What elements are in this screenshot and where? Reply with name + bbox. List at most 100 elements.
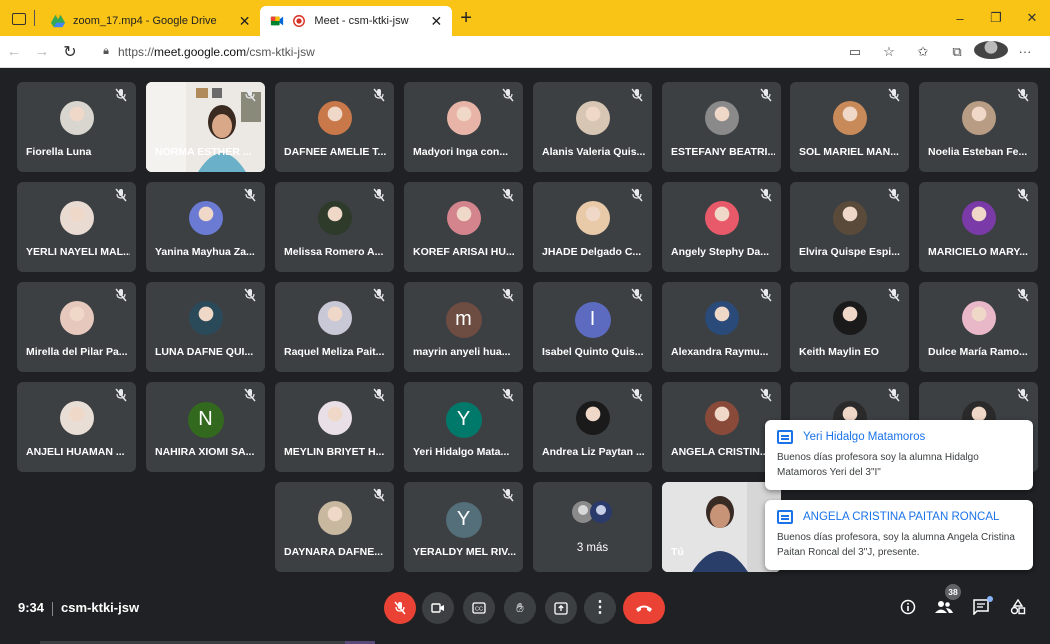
participant-tile[interactable]: Dulce María Ramo... <box>919 282 1038 372</box>
more-vert-icon: ⋮ <box>592 599 608 616</box>
meeting-control-bar: 9:34 csm-ktki-jsw CC ✋︎ ⋮ 38 <box>0 576 1050 644</box>
participant-name: NORMA ESTHER ... <box>155 146 252 158</box>
chat-notification[interactable]: Yeri Hidalgo Matamoros Buenos días profes… <box>765 420 1033 490</box>
participant-tile[interactable]: m mayrin anyeli hua... <box>404 282 523 372</box>
add-favorite-icon[interactable]: ☆ <box>872 44 906 60</box>
mic-muted-icon <box>887 188 901 202</box>
participant-tile[interactable]: N NAHIRA XIOMI SA... <box>146 382 265 472</box>
avatar <box>59 401 94 435</box>
chat-notification[interactable]: ANGELA CRISTINA PAITAN RONCAL Buenos días… <box>765 500 1033 570</box>
camera-button[interactable] <box>422 592 454 624</box>
participant-name: ANJELI HUAMAN ... <box>26 446 125 458</box>
participant-tile[interactable]: NORMA ESTHER ... <box>146 82 265 172</box>
participant-tile[interactable]: Fiorella Luna <box>17 82 136 172</box>
mic-muted-icon <box>887 388 901 402</box>
address-bar: ← → ↻ 🔒︎ https://meet.google.com/csm-ktk… <box>0 36 1050 68</box>
tab-title: Meet - csm-ktki-jsw <box>314 15 409 27</box>
participant-tile[interactable]: SOL MARIEL MAN... <box>790 82 909 172</box>
close-tab-icon[interactable]: ✕ <box>431 13 443 30</box>
avatar-initial: Y <box>445 401 482 438</box>
participant-name: JHADE Delgado C... <box>542 246 642 258</box>
reload-icon[interactable]: ↻ <box>56 42 84 62</box>
favorites-icon[interactable]: ✩ <box>906 44 940 60</box>
meeting-details-button[interactable] <box>897 596 919 618</box>
participant-tile[interactable]: YERLI NAYELI MAL... <box>17 182 136 272</box>
back-icon[interactable]: ← <box>0 43 28 60</box>
participant-tile[interactable]: Y YERALDY MEL RIV... <box>404 482 523 572</box>
participant-tile[interactable]: Keith Maylin EO <box>790 282 909 372</box>
participant-tile[interactable]: Elvira Quispe Espi... <box>790 182 909 272</box>
lock-icon[interactable]: 🔒︎ <box>96 45 116 58</box>
participant-tile[interactable]: Alanis Valeria Quis... <box>533 82 652 172</box>
avatar <box>832 101 867 135</box>
participant-tile[interactable]: Angely Stephy Da... <box>662 182 781 272</box>
url-field[interactable]: https://meet.google.com/csm-ktki-jsw <box>118 45 315 59</box>
participant-name: Angely Stephy Da... <box>671 246 770 258</box>
participant-tile[interactable]: MEYLIN BRIYET H... <box>275 382 394 472</box>
more-participants-tile[interactable]: 3 más <box>533 482 652 572</box>
mic-off-button[interactable] <box>384 592 416 624</box>
mic-muted-icon <box>372 488 386 502</box>
participant-tile[interactable]: Melissa Romero A... <box>275 182 394 272</box>
participant-name: MEYLIN BRIYET H... <box>284 446 385 458</box>
participant-tile[interactable]: Yanina Mayhua Za... <box>146 182 265 272</box>
mic-muted-icon <box>1016 88 1030 102</box>
participant-tile[interactable]: I Isabel Quinto Quis... <box>533 282 652 372</box>
avatar <box>832 301 867 335</box>
participant-tile[interactable]: JHADE Delgado C... <box>533 182 652 272</box>
activities-button[interactable] <box>1007 596 1029 618</box>
browser-tab-bar: zoom_17.mp4 - Google Drive ✕ Meet - csm-… <box>0 0 1050 36</box>
tab-actions-icon[interactable] <box>12 13 26 25</box>
profile-icon[interactable] <box>974 41 1008 62</box>
participant-tile[interactable]: ANGELA CRISTIN... <box>662 382 781 472</box>
camera-in-use-icon[interactable]: ▭ <box>838 44 872 60</box>
google-meet-icon <box>271 16 284 26</box>
participant-name: YERLI NAYELI MAL... <box>26 246 130 258</box>
participant-tile[interactable]: KOREF ARISAI HU... <box>404 182 523 272</box>
participant-tile[interactable]: Alexandra Raymu... <box>662 282 781 372</box>
participant-tile[interactable]: DAYNARA DAFNE... <box>275 482 394 572</box>
tab-google-meet[interactable]: Meet - csm-ktki-jsw ✕ <box>260 6 453 36</box>
participant-tile[interactable]: ANJELI HUAMAN ... <box>17 382 136 472</box>
participant-tile[interactable]: Raquel Meliza Pait... <box>275 282 394 372</box>
more-options-icon[interactable]: ··· <box>1008 44 1042 59</box>
present-icon <box>554 601 568 615</box>
captions-icon: CC <box>472 602 486 614</box>
participant-tile[interactable]: LUNA DAFNE QUI... <box>146 282 265 372</box>
new-tab-icon[interactable]: + <box>460 7 472 30</box>
raise-hand-button[interactable]: ✋︎ <box>504 592 536 624</box>
participant-name: Isabel Quinto Quis... <box>542 346 644 358</box>
mic-muted-icon <box>243 88 257 102</box>
captions-button[interactable]: CC <box>463 592 495 624</box>
collections-icon[interactable]: ⧉ <box>940 44 974 60</box>
maximize-icon[interactable]: ❐ <box>978 10 1014 26</box>
avatar <box>59 301 94 335</box>
people-icon <box>935 601 953 613</box>
forward-icon[interactable]: → <box>28 43 56 60</box>
present-screen-button[interactable] <box>545 592 577 624</box>
close-window-icon[interactable]: ✕ <box>1014 10 1050 26</box>
participant-tile[interactable]: Y Yeri Hidalgo Mata... <box>404 382 523 472</box>
participant-tile[interactable]: Noelia Esteban Fe... <box>919 82 1038 172</box>
participant-tile[interactable]: DAFNEE AMELIE T... <box>275 82 394 172</box>
avatar <box>704 301 739 335</box>
mic-muted-icon <box>243 288 257 302</box>
mic-muted-icon <box>630 188 644 202</box>
self-view-tile[interactable]: Tú <box>662 482 781 572</box>
avatar <box>575 201 610 235</box>
more-options-button[interactable]: ⋮ <box>584 592 616 624</box>
tab-google-drive[interactable]: zoom_17.mp4 - Google Drive ✕ <box>41 6 260 36</box>
close-tab-icon[interactable]: ✕ <box>239 13 251 30</box>
mic-muted-icon <box>372 188 386 202</box>
participant-tile[interactable]: ESTEFANY BEATRI... <box>662 82 781 172</box>
mic-muted-icon <box>887 288 901 302</box>
minimize-icon[interactable]: – <box>942 11 978 26</box>
participant-tile[interactable]: Mirella del Pilar Pa... <box>17 282 136 372</box>
avatar <box>961 301 996 335</box>
leave-call-button[interactable] <box>623 592 665 624</box>
notification-sender: Yeri Hidalgo Matamoros <box>803 431 926 443</box>
participant-tile[interactable]: Madyori Inga con... <box>404 82 523 172</box>
participant-tile[interactable]: MARICIELO MARY... <box>919 182 1038 272</box>
participant-tile[interactable]: Andrea Liz Paytan ... <box>533 382 652 472</box>
chat-icon <box>973 599 989 615</box>
